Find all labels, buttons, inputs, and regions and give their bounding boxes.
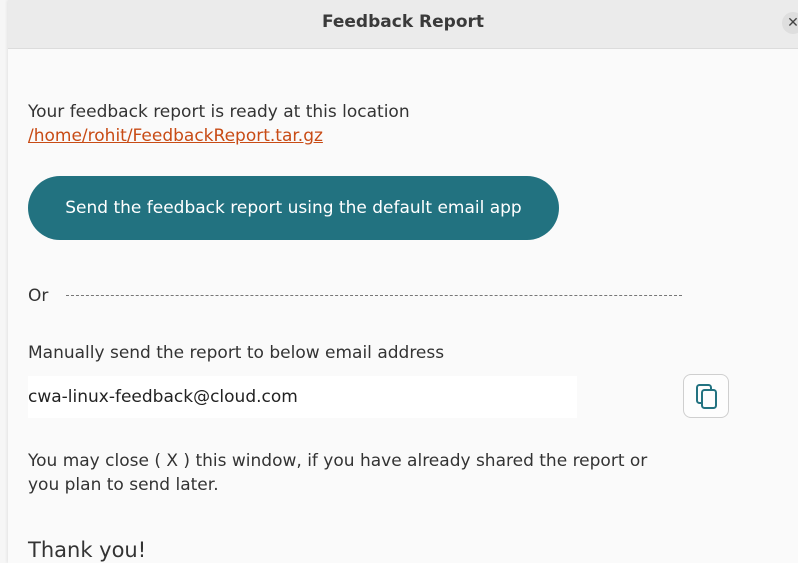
thank-you-text: Thank you! — [28, 538, 147, 562]
close-button[interactable]: ✕ — [782, 12, 798, 34]
dialog-content: Your feedback report is ready at this lo… — [28, 48, 798, 563]
close-note-line-1: You may close ( X ) this window, if you … — [28, 451, 648, 471]
email-address-field[interactable] — [28, 376, 577, 418]
separator-line — [66, 295, 682, 296]
window-title: Feedback Report — [321, 12, 485, 32]
manual-instruction-text: Manually send the report to below email … — [28, 343, 445, 363]
copy-email-button[interactable] — [683, 374, 729, 418]
report-path-link[interactable]: /home/rohit/FeedbackReport.tar.gz — [28, 126, 323, 146]
send-email-button[interactable]: Send the feedback report using the defau… — [28, 176, 559, 240]
close-note-line-2: you plan to send later. — [28, 475, 219, 495]
or-label: Or — [28, 286, 49, 306]
feedback-report-window: Feedback Report ✕ Your feedback report i… — [8, 0, 798, 563]
report-ready-text: Your feedback report is ready at this lo… — [28, 102, 410, 122]
copy-icon — [696, 384, 717, 409]
title-bar: Feedback Report ✕ — [8, 0, 798, 49]
